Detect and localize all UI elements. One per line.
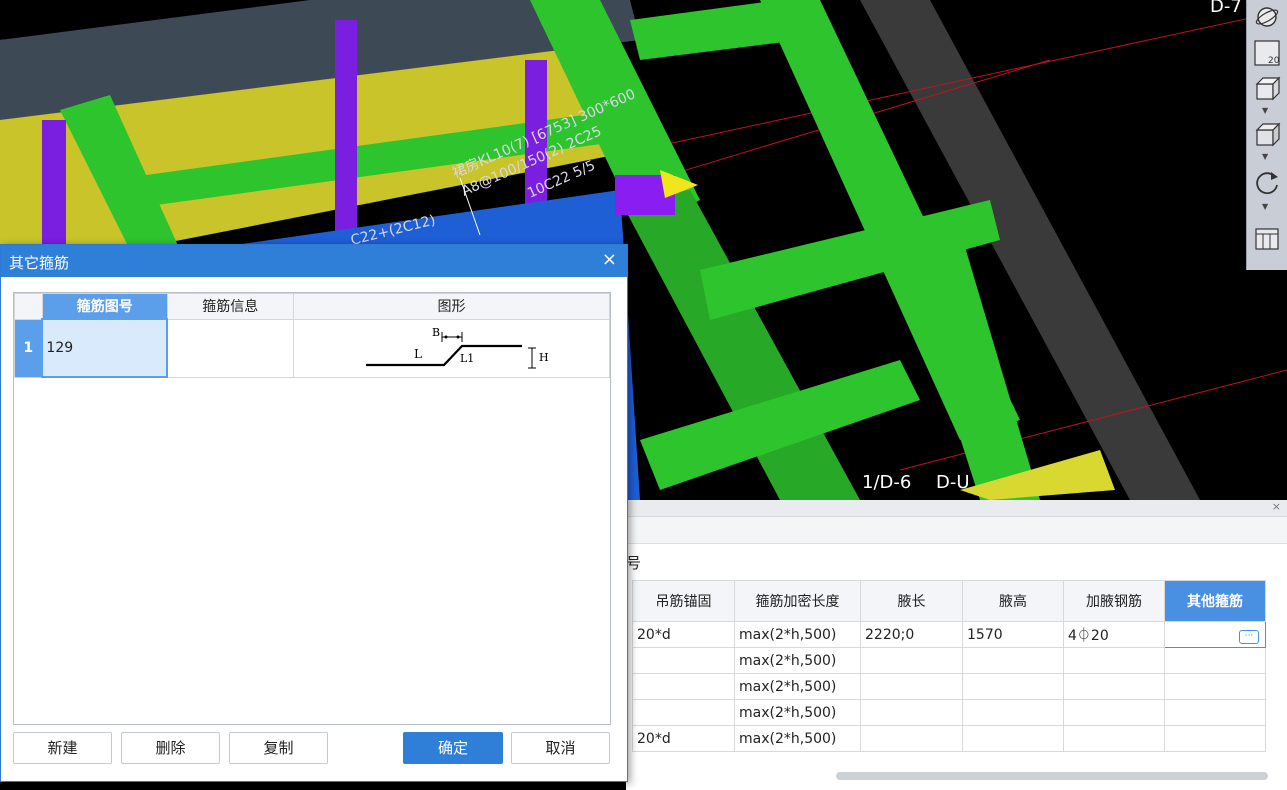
col-header-shape[interactable]: 图形 — [292, 293, 611, 320]
stirrup-info-cell[interactable] — [166, 318, 294, 378]
table-row: 20*d max(2*h,500) 2220;0 1570 4⏀20 ··· — [632, 621, 1266, 648]
table-row: max(2*h,500) — [632, 673, 1266, 700]
property-table: 吊筋锚固 箍筋加密长度 腋长 腋高 加腋钢筋 其他箍筋 20*d max(2*h… — [632, 580, 1266, 752]
table-cell[interactable] — [860, 699, 963, 726]
table-cell[interactable] — [1063, 647, 1165, 674]
table-cell[interactable] — [632, 647, 735, 674]
axis-label-d-u: D-U — [936, 472, 970, 493]
shape-label-b: B — [432, 326, 440, 339]
axis-label-d-7: D-7 — [1210, 0, 1242, 17]
table-cell[interactable]: max(2*h,500) — [734, 725, 861, 752]
row-number-header — [14, 293, 43, 320]
col-header-stirrup-densify-length[interactable]: 箍筋加密长度 — [734, 580, 861, 622]
table-cell[interactable]: max(2*h,500) — [734, 621, 861, 648]
table-cell[interactable]: max(2*h,500) — [734, 673, 861, 700]
table-cell[interactable]: 4⏀20 — [1063, 621, 1165, 648]
table-row: max(2*h,500) — [632, 647, 1266, 674]
other-stirrups-cell[interactable]: ··· — [1164, 621, 1266, 648]
col-header-haunch-rebar[interactable]: 加腋钢筋 — [1063, 580, 1165, 622]
table-cell[interactable] — [962, 647, 1064, 674]
shape-label-l: L — [414, 347, 422, 361]
table-cell[interactable] — [1063, 673, 1165, 700]
shape-label-h: H — [539, 351, 549, 364]
dropdown-arrow-icon[interactable]: ▼ — [1262, 152, 1268, 161]
col-header-shape-no[interactable]: 箍筋图号 — [41, 293, 168, 320]
table-row: max(2*h,500) — [632, 699, 1266, 726]
ok-button[interactable]: 确定 — [403, 732, 503, 764]
shape-no-cell[interactable]: 129 — [41, 318, 168, 378]
table-cell[interactable] — [860, 725, 963, 752]
close-icon[interactable]: × — [602, 249, 617, 270]
grid-panel-icon[interactable] — [1252, 224, 1282, 254]
col-header-stirrup-info[interactable]: 箍筋信息 — [166, 293, 294, 320]
table-cell[interactable]: max(2*h,500) — [734, 647, 861, 674]
panel-tab-strip — [626, 517, 1287, 544]
shape-label-l1: L1 — [460, 352, 474, 365]
table-cell[interactable]: 2220;0 — [860, 621, 963, 648]
col-header-haunch-length[interactable]: 腋长 — [860, 580, 963, 622]
panel-header-bar: × — [626, 500, 1287, 517]
table-row: 20*d max(2*h,500) — [632, 725, 1266, 752]
cancel-button[interactable]: 取消 — [511, 732, 610, 764]
table-cell[interactable] — [632, 699, 735, 726]
stirrup-grid: 箍筋图号 箍筋信息 图形 1 129 B L L1 H — [14, 293, 611, 378]
col-header-other-stirrups[interactable]: 其他箍筋 — [1164, 580, 1266, 622]
table-cell[interactable]: 20*d — [632, 621, 735, 648]
dialog-title-bar[interactable]: 其它箍筋 × — [1, 245, 627, 277]
col-header-hanger-anchorage[interactable]: 吊筋锚固 — [632, 580, 735, 622]
dropdown-arrow-icon[interactable]: ▼ — [1262, 202, 1268, 211]
horizontal-scrollbar[interactable] — [836, 772, 1268, 780]
ellipsis-button[interactable]: ··· — [1239, 630, 1259, 644]
table-cell[interactable] — [962, 725, 1064, 752]
property-panel: × 号 吊筋锚固 箍筋加密长度 腋长 腋高 加腋钢筋 其他箍筋 20*d max… — [626, 500, 1287, 790]
col-header-haunch-height[interactable]: 腋高 — [962, 580, 1064, 622]
table-cell[interactable] — [962, 699, 1064, 726]
panel-section-label: 号 — [626, 554, 642, 572]
axis-label-1-d-6: 1/D-6 — [862, 472, 911, 493]
table-cell[interactable] — [860, 673, 963, 700]
table-cell[interactable] — [1063, 725, 1165, 752]
3d-box-icon[interactable] — [1252, 74, 1282, 104]
table-cell[interactable]: 20*d — [632, 725, 735, 752]
panel-close-icon[interactable]: × — [1272, 500, 1281, 513]
stirrup-shape-diagram: B L L1 H — [365, 326, 549, 368]
table-cell[interactable] — [1164, 699, 1266, 726]
orbit-icon[interactable] — [1252, 2, 1282, 32]
row-number: 1 — [14, 318, 43, 378]
new-button[interactable]: 新建 — [13, 732, 112, 764]
table-cell[interactable] — [1164, 647, 1266, 674]
table-cell[interactable]: max(2*h,500) — [734, 699, 861, 726]
table-cell[interactable] — [1164, 673, 1266, 700]
dialog-title: 其它箍筋 — [9, 254, 70, 272]
rotate-icon[interactable] — [1252, 168, 1282, 198]
table-cell[interactable] — [1063, 699, 1165, 726]
delete-button[interactable]: 删除 — [121, 732, 220, 764]
table-cell[interactable] — [1164, 725, 1266, 752]
copy-button[interactable]: 复制 — [229, 732, 328, 764]
table-cell[interactable] — [962, 673, 1064, 700]
solid-box-icon[interactable] — [1252, 120, 1282, 150]
dropdown-arrow-icon[interactable]: ▼ — [1262, 106, 1268, 115]
table-cell[interactable] — [632, 673, 735, 700]
table-cell[interactable] — [860, 647, 963, 674]
other-stirrups-dialog: 其它箍筋 × 箍筋图号 箍筋信息 图形 1 129 B L L1 H 新建 删除… — [0, 244, 628, 782]
shape-cell[interactable]: B L L1 H — [292, 318, 611, 378]
table-cell[interactable]: 1570 — [962, 621, 1064, 648]
view-toolbar: 20 ▼ ▼ ▼ — [1246, 0, 1287, 270]
2d-view-icon[interactable]: 20 — [1252, 38, 1282, 68]
table-row[interactable]: 1 129 B L L1 H — [14, 318, 611, 378]
2d-view-label: 20 — [1268, 56, 1280, 66]
stirrup-grid-container: 箍筋图号 箍筋信息 图形 1 129 B L L1 H — [13, 292, 611, 725]
